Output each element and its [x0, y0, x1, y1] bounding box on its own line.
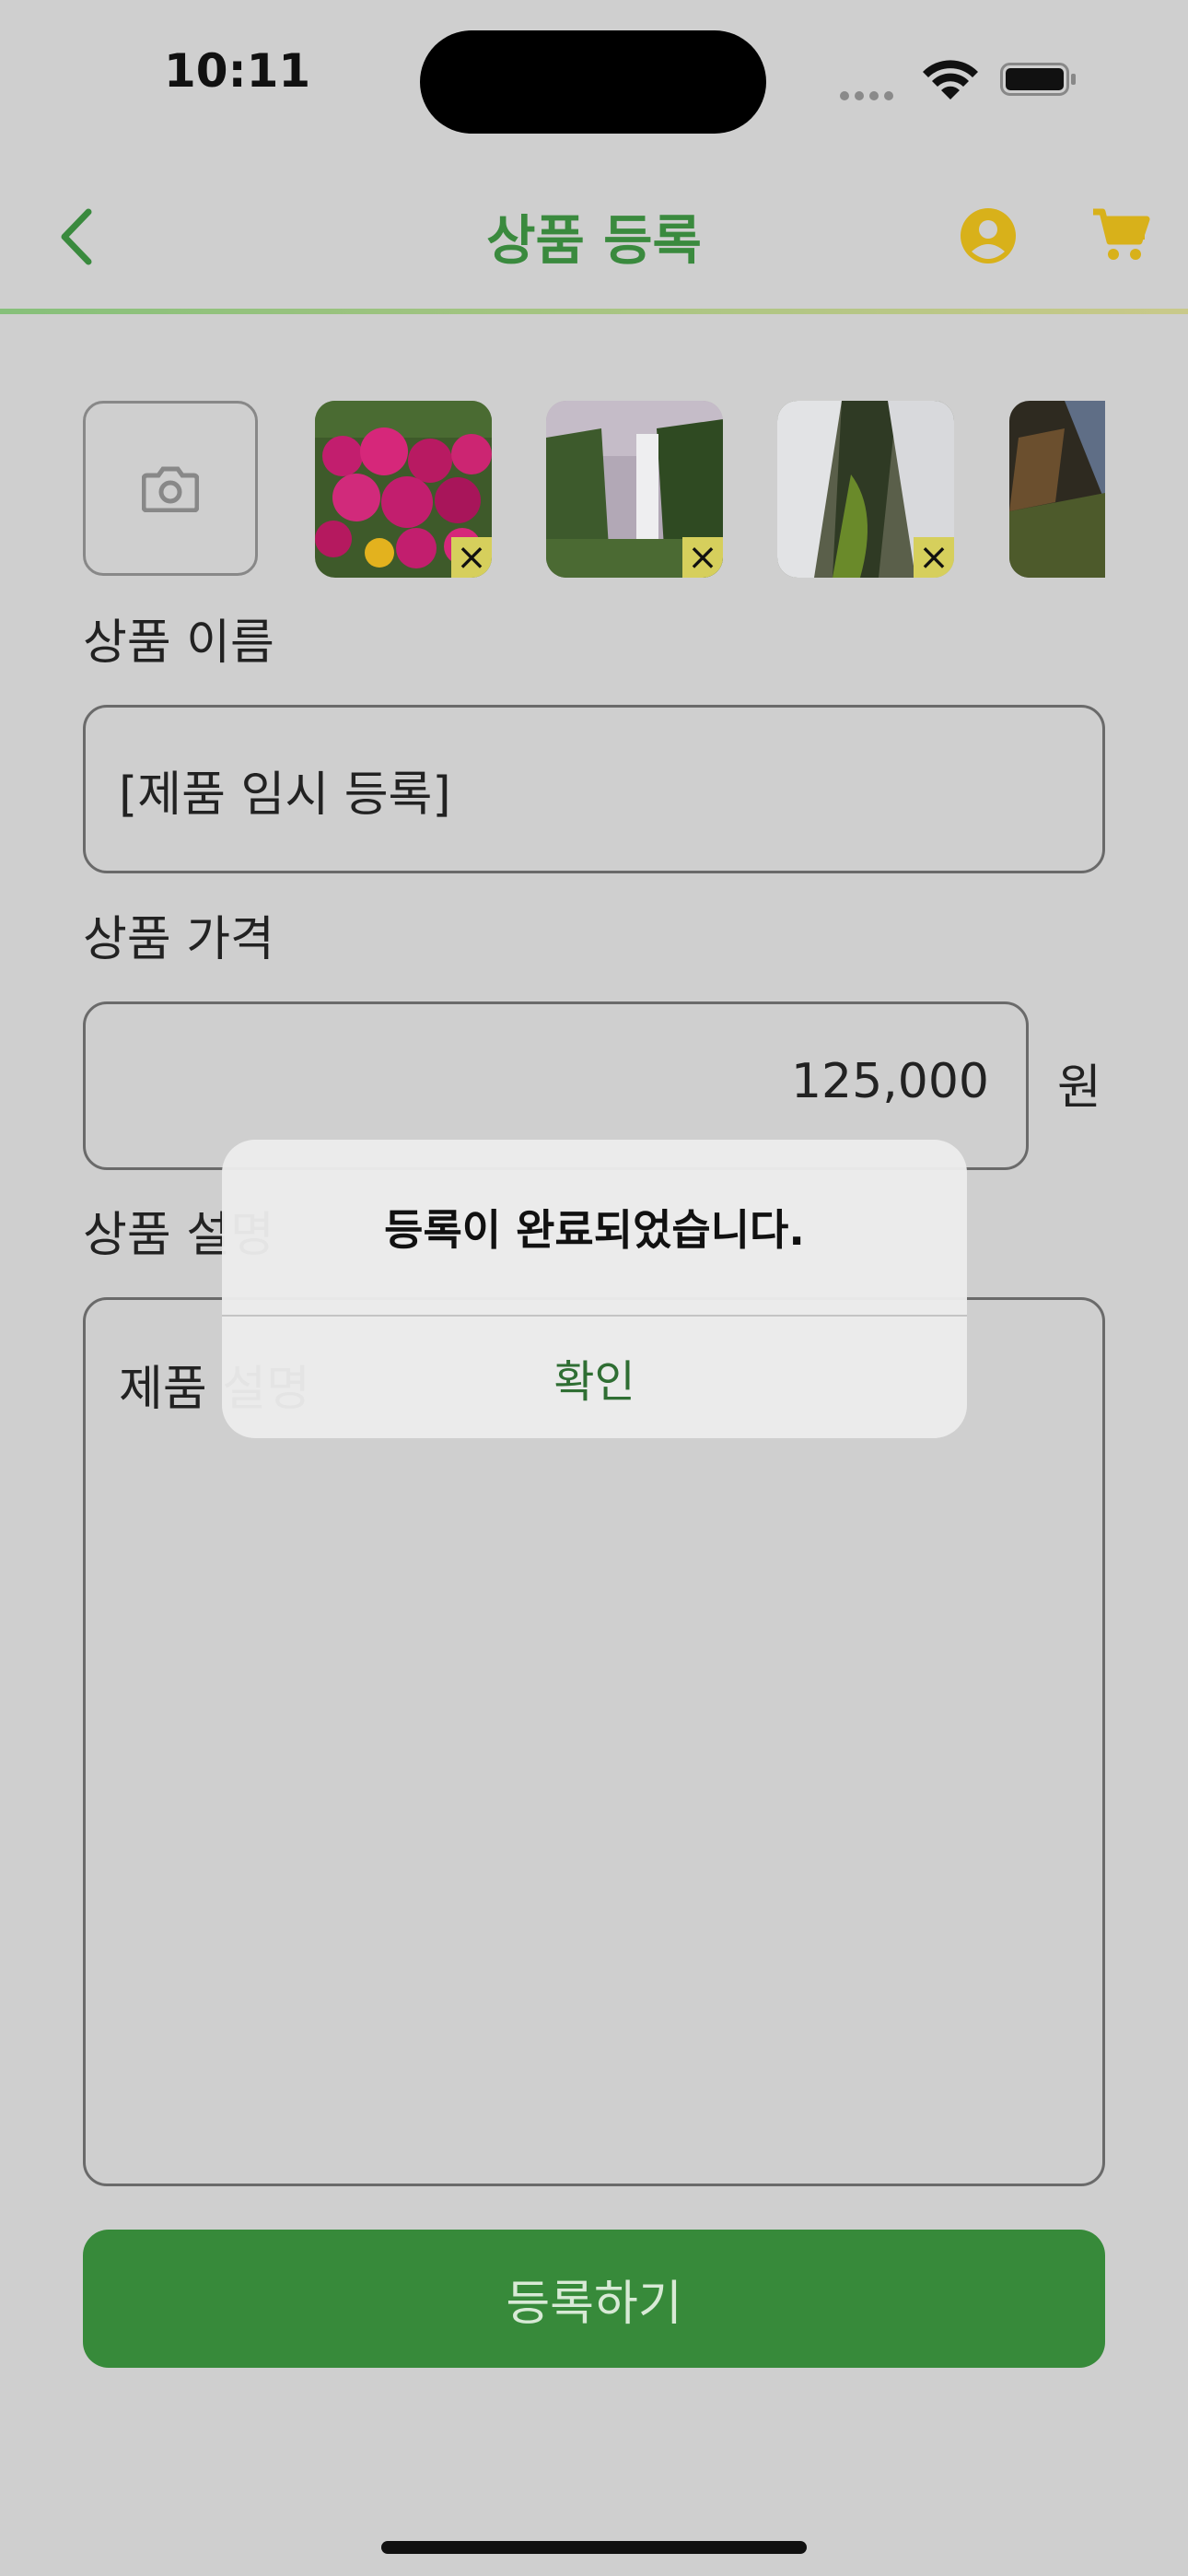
- wifi-icon: [923, 60, 978, 100]
- signal-icon: [840, 87, 899, 104]
- product-price-value: 125,000: [790, 1054, 989, 1109]
- battery-icon: [1000, 63, 1076, 96]
- remove-photo-button[interactable]: ×: [451, 537, 492, 578]
- alert-confirm-button[interactable]: 확인: [222, 1317, 967, 1438]
- alert-message: 등록이 완료되었습니다.: [384, 1205, 805, 1255]
- cliff-image: [1009, 401, 1105, 578]
- product-name-input[interactable]: [제품 임시 등록]: [83, 705, 1105, 873]
- photo-thumbnail-cascade[interactable]: ×: [777, 401, 954, 578]
- status-time: 10:11: [164, 44, 311, 98]
- register-button[interactable]: 등록하기: [83, 2230, 1105, 2368]
- account-circle-icon[interactable]: [960, 207, 1017, 264]
- remove-photo-button[interactable]: ×: [682, 537, 723, 578]
- photo-thumbnail-waterfall[interactable]: ×: [546, 401, 723, 578]
- close-icon: ×: [456, 536, 487, 578]
- alert-dialog: 등록이 완료되었습니다. 확인: [222, 1140, 967, 1438]
- product-name-value: [제품 임시 등록]: [119, 767, 451, 823]
- home-indicator[interactable]: [381, 2541, 807, 2554]
- product-name-label: 상품 이름: [83, 615, 274, 671]
- add-photo-button[interactable]: [83, 401, 258, 576]
- dynamic-island: [420, 30, 766, 134]
- close-icon: ×: [918, 536, 949, 578]
- header-divider: [0, 309, 1188, 314]
- close-icon: ×: [687, 536, 718, 578]
- photo-thumbnail-flowers[interactable]: ×: [315, 401, 492, 578]
- photo-thumbnail-cliff[interactable]: [1009, 401, 1105, 578]
- remove-photo-button[interactable]: ×: [914, 537, 954, 578]
- camera-icon: [142, 466, 199, 512]
- product-price-label: 상품 가격: [83, 912, 274, 967]
- price-unit: 원: [1057, 1060, 1101, 1116]
- cart-icon[interactable]: [1089, 205, 1150, 265]
